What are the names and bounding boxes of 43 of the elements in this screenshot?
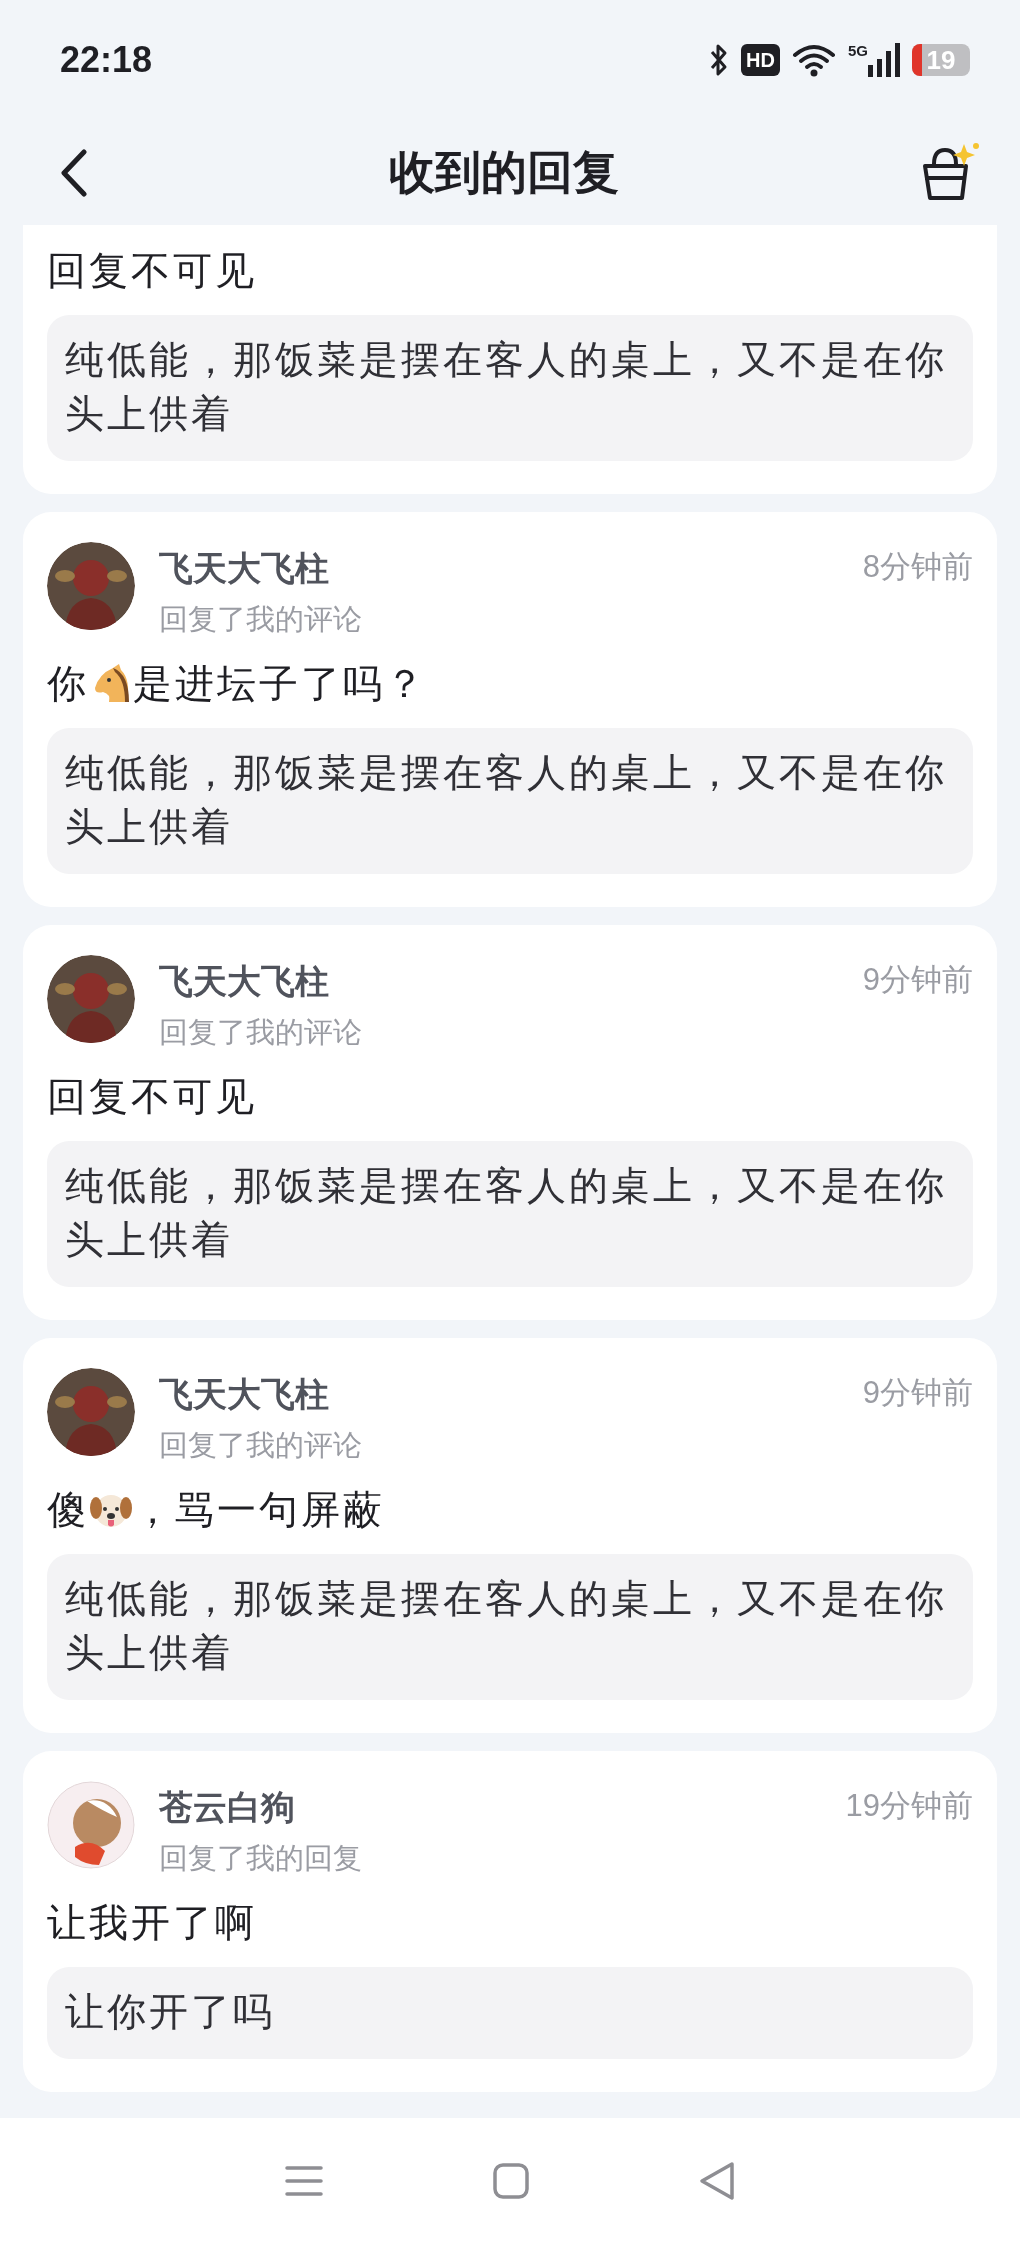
status-time: 22:18 [60,39,153,81]
reply-text: 傻 [47,1487,89,1533]
avatar[interactable] [47,1368,135,1456]
quoted-comment[interactable]: 纯低能，那饭菜是摆在客人的桌上，又不是在你头上供着 [47,1141,973,1287]
reply-card[interactable]: 回复不可见 纯低能，那饭菜是摆在客人的桌上，又不是在你头上供着 [23,225,997,494]
quoted-comment[interactable]: 纯低能，那饭菜是摆在客人的桌上，又不是在你头上供着 [47,315,973,461]
user-name[interactable]: 飞天大飞柱 [159,959,839,1005]
reply-card[interactable]: 苍云白狗 回复了我的回复 19分钟前 让我开了啊 让你开了吗 [23,1751,997,2092]
back-nav-icon[interactable] [699,2161,735,2201]
wifi-icon [792,43,836,77]
menu-icon[interactable] [285,2164,323,2198]
page-title: 收到的回复 [389,144,619,200]
reply-card[interactable]: 飞天大飞柱 回复了我的评论 8分钟前 你 是进坛子了吗？ 纯低能，那饭菜是摆在客人的桌上，又不是在你头上供着 [23,512,997,907]
network-label: 5G [848,43,868,59]
reply-time: 19分钟前 [845,1787,973,1825]
user-name[interactable]: 飞天大飞柱 [159,546,839,592]
signal-icon [868,43,900,77]
reply-type: 回复了我的评论 [159,602,363,637]
reply-time: 8分钟前 [862,548,973,586]
reply-type: 回复了我的评论 [159,1015,363,1050]
reply-time: 9分钟前 [862,1374,973,1412]
reply-text: 让我开了啊 [47,1900,257,1946]
reply-card[interactable]: 飞天大飞柱 回复了我的评论 9分钟前 回复不可见 纯低能，那饭菜是摆在客人的桌上，又不是在你头上供着 [23,925,997,1320]
reply-time: 9分钟前 [862,961,973,999]
reply-text: 回复不可见 [47,1074,257,1120]
home-icon[interactable] [493,2163,529,2199]
avatar[interactable] [47,542,135,630]
avatar[interactable] [47,955,135,1043]
reply-text: 是进坛子了吗？ [133,661,427,707]
quoted-comment[interactable]: 让你开了吗 [47,1967,973,2059]
hd-badge: HD [741,44,780,76]
quoted-comment[interactable]: 纯低能，那饭菜是摆在客人的桌上，又不是在你头上供着 [47,1554,973,1700]
reply-text: 回复不可见 [47,248,257,294]
battery-icon: 19 [912,44,970,76]
reply-text: ，骂一句屏蔽 [133,1487,385,1533]
reply-type: 回复了我的回复 [159,1841,363,1876]
reply-text: 你 [47,661,89,707]
reply-card[interactable]: 飞天大飞柱 回复了我的评论 9分钟前 傻 ，骂一句屏蔽 纯低能，那饭菜是摆在客人的桌上，又不是在你头上供着 [23,1338,997,1733]
quoted-comment[interactable]: 纯低能，那饭菜是摆在客人的桌上，又不是在你头上供着 [47,728,973,874]
user-name[interactable]: 飞天大飞柱 [159,1372,839,1418]
user-name[interactable]: 苍云白狗 [159,1785,822,1831]
back-icon[interactable] [60,148,88,197]
reply-type: 回复了我的评论 [159,1428,363,1463]
